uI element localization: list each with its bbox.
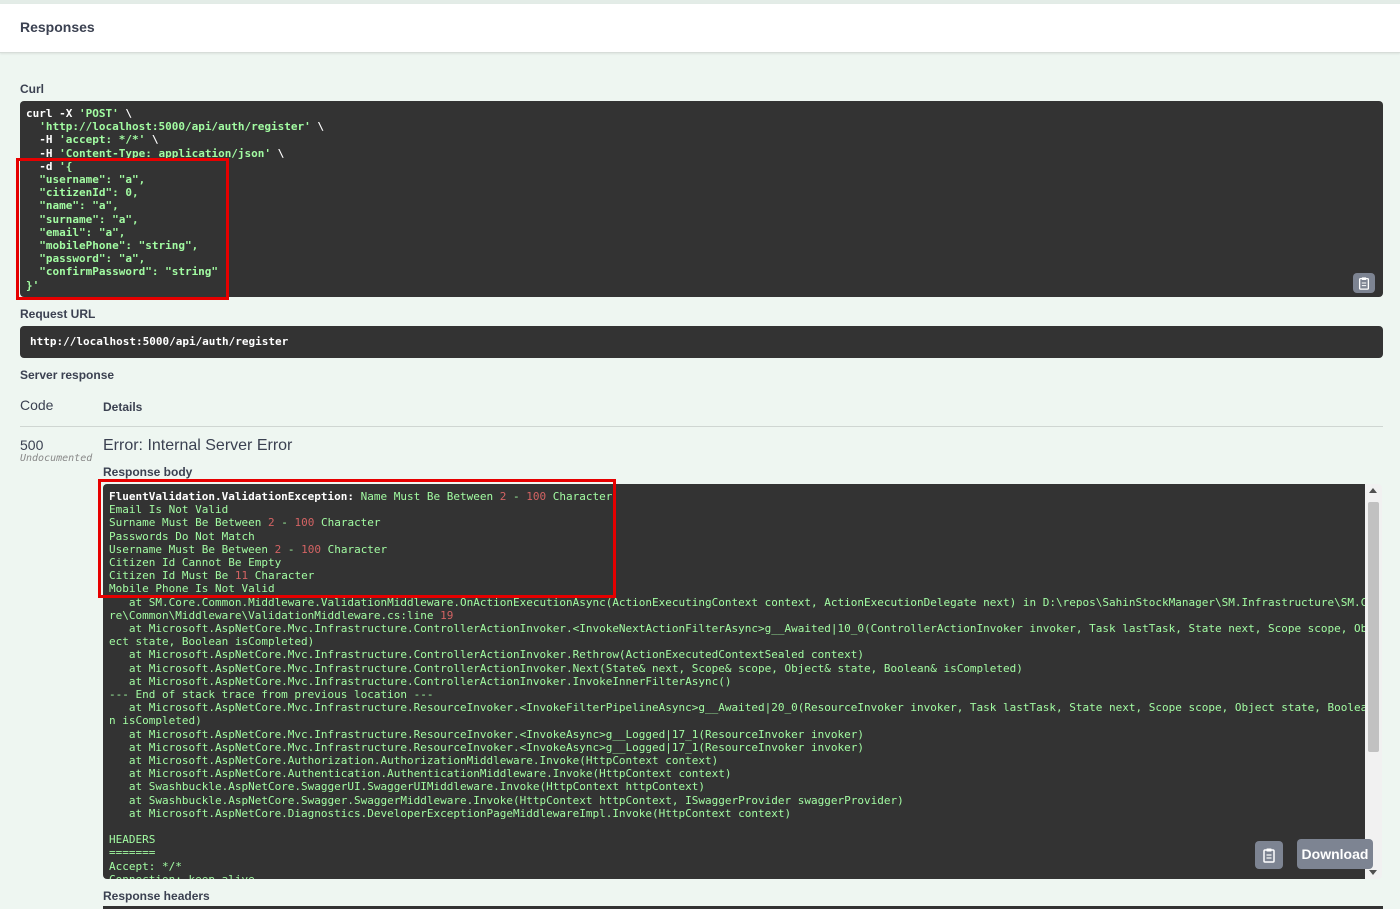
request-url-block[interactable]: http://localhost:5000/api/auth/register [20,326,1383,358]
scroll-thumb[interactable] [1368,502,1379,752]
clipboard-icon [1263,848,1275,863]
scroll-down-arrow-icon[interactable] [1369,870,1377,875]
download-button[interactable]: Download [1297,839,1373,869]
error-title: Error: Internal Server Error [103,437,293,454]
response-body-text: FluentValidation.ValidationException: Na… [109,490,1365,879]
curl-command: curl -X 'POST' \ 'http://localhost:5000/… [26,107,325,292]
status-note: Undocumented [20,453,93,464]
details-column-header: Details [103,400,143,414]
server-response-label: Server response [20,368,115,382]
curl-copy-button[interactable] [1353,273,1375,293]
curl-label: Curl [20,82,44,96]
response-body-block[interactable]: FluentValidation.ValidationException: Na… [103,484,1365,879]
status-code: 500 [20,437,44,453]
request-url-label: Request URL [20,307,96,321]
code-column-header: Code [20,397,54,413]
curl-code-block[interactable]: curl -X 'POST' \ 'http://localhost:5000/… [20,101,1383,297]
responses-title: Responses [20,19,95,35]
responses-header: Responses [0,4,1400,53]
response-headers-label: Response headers [103,889,210,903]
response-body-scrollbar[interactable] [1365,484,1382,879]
table-divider [20,426,1383,427]
response-copy-button[interactable] [1255,841,1283,869]
request-url-value: http://localhost:5000/api/auth/register [30,335,289,348]
scroll-up-arrow-icon[interactable] [1369,488,1377,493]
response-body-label: Response body [103,465,193,479]
clipboard-icon [1358,277,1370,290]
